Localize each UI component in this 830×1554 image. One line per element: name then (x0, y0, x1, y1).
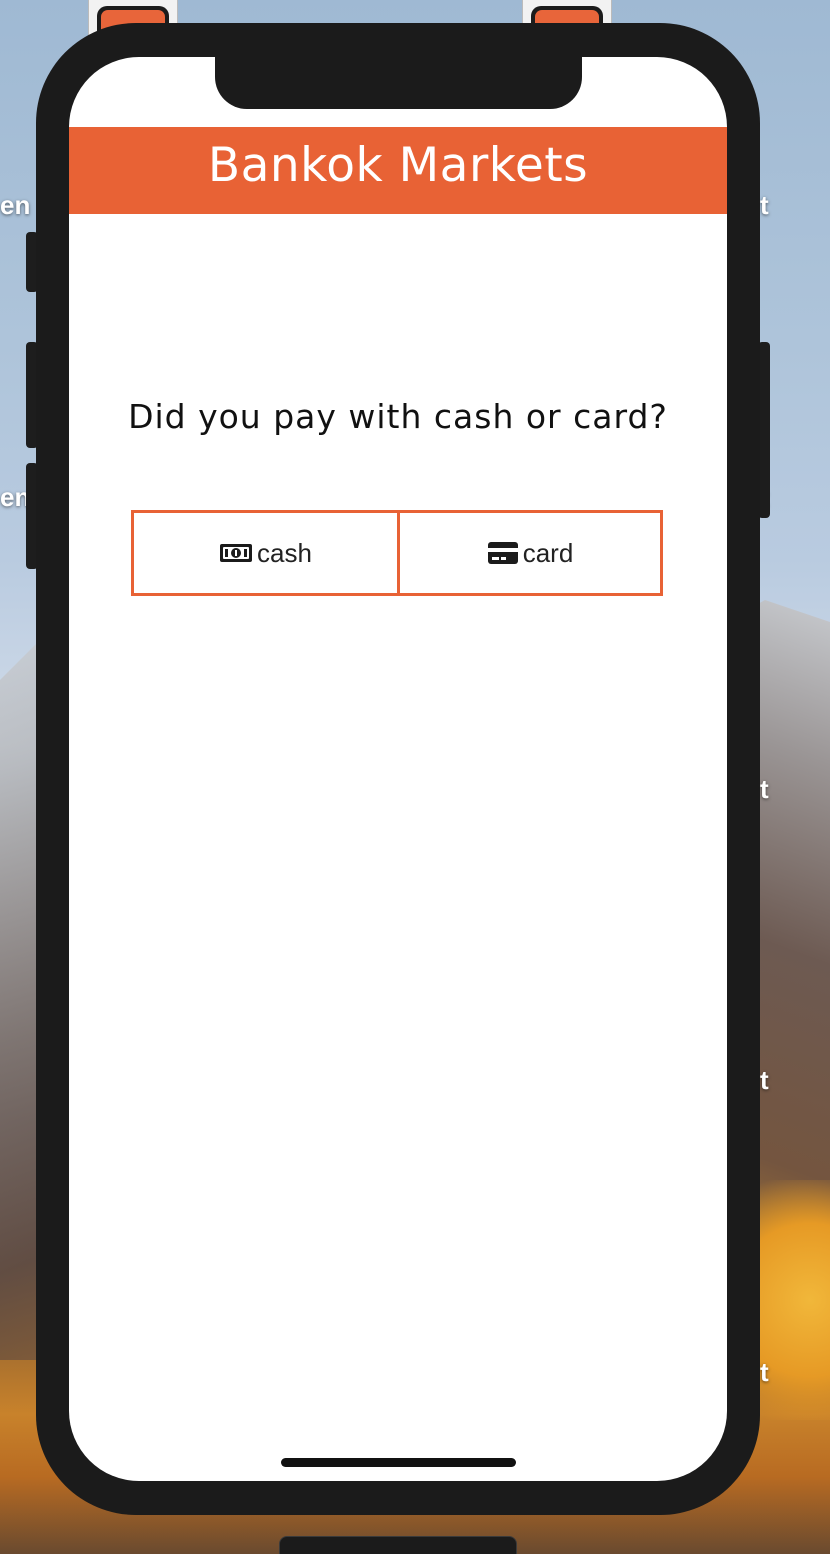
home-indicator[interactable] (281, 1458, 516, 1467)
app-title: Bankok Markets (207, 138, 589, 193)
app-header: Bankok Markets (69, 127, 727, 214)
credit-card-icon (487, 541, 519, 565)
card-button[interactable]: card (400, 513, 660, 593)
card-label: card (522, 537, 574, 568)
desktop-file-label[interactable]: t (760, 774, 769, 805)
desktop-file-label[interactable]: t (760, 190, 769, 221)
phone-screen: Bankok Markets Did you pay with cash or … (69, 57, 727, 1481)
phone-frame: Bankok Markets Did you pay with cash or … (36, 23, 760, 1515)
payment-question: Did you pay with cash or card? (128, 397, 668, 436)
cash-button[interactable]: cash (134, 513, 400, 593)
notch (215, 57, 582, 109)
desktop-file-label[interactable]: t (760, 1065, 769, 1096)
payment-method-selector: cash card (131, 510, 663, 596)
desktop-file-label[interactable]: t (760, 1357, 769, 1388)
dock-item[interactable] (279, 1536, 517, 1554)
cash-label: cash (257, 537, 312, 568)
money-bill-icon (219, 542, 253, 564)
desktop-file-label[interactable]: en (0, 190, 30, 221)
